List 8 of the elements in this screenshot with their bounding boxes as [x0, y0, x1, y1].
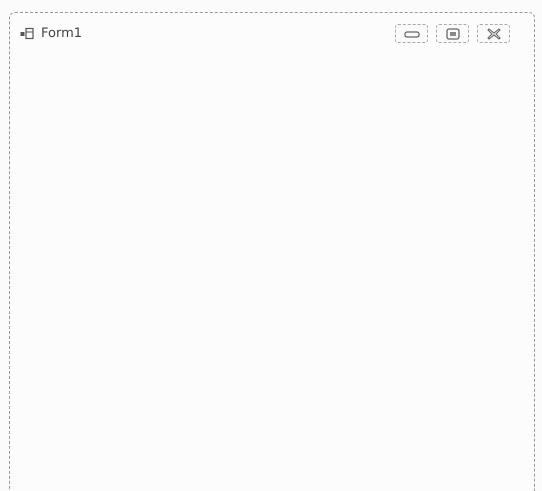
minimize-button[interactable]	[395, 24, 428, 43]
close-icon	[486, 28, 500, 40]
window-title: Form1	[41, 26, 82, 41]
minimize-icon	[404, 28, 420, 38]
close-button[interactable]	[477, 24, 510, 43]
maximize-icon	[446, 28, 460, 40]
form-icon	[20, 26, 35, 40]
maximize-button[interactable]	[436, 24, 469, 43]
